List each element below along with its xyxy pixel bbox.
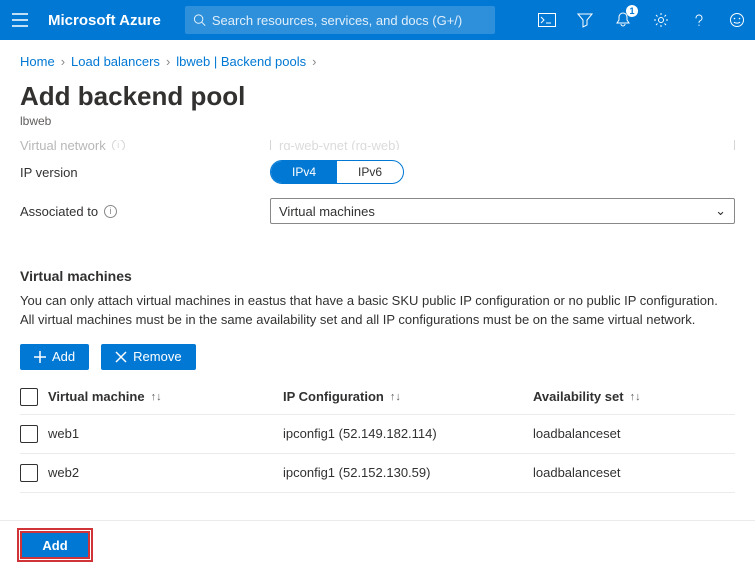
ip-version-toggle: IPv4 IPv6 [270,160,404,184]
sort-icon[interactable]: ↑↓ [151,391,162,403]
notification-badge: 1 [626,5,638,17]
vm-section-header: Virtual machines [0,238,755,292]
cell-as: loadbalanceset [533,426,735,441]
virtual-network-row: Virtual network i rg-web-vnet (rg-web) [20,140,735,150]
chevron-right-icon: › [312,54,316,69]
search-icon [193,13,206,27]
ip-version-row: IP version IPv4 IPv6 [20,160,735,184]
close-icon [115,351,127,363]
sort-icon[interactable]: ↑↓ [630,391,641,403]
col-ip[interactable]: IP Configuration [283,389,384,404]
page-title: Add backend pool [0,73,755,112]
chevron-down-icon: ⌄ [715,203,726,219]
row-checkbox[interactable] [20,425,38,443]
directory-filter-icon[interactable] [575,10,595,30]
select-all-checkbox[interactable] [20,388,38,406]
plus-icon [34,351,46,363]
assoc-label: Associated to [20,204,98,219]
breadcrumb: Home › Load balancers › lbweb | Backend … [0,40,755,73]
col-vm[interactable]: Virtual machine [48,389,145,404]
associated-to-select[interactable]: Virtual machines ⌄ [270,198,735,224]
breadcrumb-home[interactable]: Home [20,54,55,69]
ipv4-option[interactable]: IPv4 [271,161,337,183]
notifications-icon[interactable]: 1 [613,10,633,30]
table-row[interactable]: web2 ipconfig1 (52.152.130.59) loadbalan… [20,454,735,493]
brand-label[interactable]: Microsoft Azure [48,12,161,29]
vm-section-desc: You can only attach virtual machines in … [0,292,755,344]
footer-bar: Add [0,520,755,569]
ipversion-label: IP version [20,165,78,180]
top-icons: 1 [537,10,747,30]
cell-ip: ipconfig1 (52.152.130.59) [283,465,533,480]
assoc-value: Virtual machines [279,204,375,219]
col-as[interactable]: Availability set [533,389,624,404]
vnet-select[interactable]: rg-web-vnet (rg-web) [270,140,735,150]
chevron-right-icon: › [61,54,65,69]
cell-vm: web2 [48,465,283,480]
vm-table: Virtual machine ↑↓ IP Configuration ↑↓ Ava… [0,380,755,493]
breadcrumb-backendpools[interactable]: lbweb | Backend pools [176,54,306,69]
cell-as: loadbalanceset [533,465,735,480]
vnet-label: Virtual network [20,140,106,150]
feedback-icon[interactable] [727,10,747,30]
hamburger-icon[interactable] [8,8,32,32]
sort-icon[interactable]: ↑↓ [390,391,401,403]
info-icon[interactable]: i [104,205,117,218]
chevron-right-icon: › [166,54,170,69]
add-vm-button[interactable]: Add [20,344,89,370]
row-checkbox[interactable] [20,464,38,482]
top-bar: Microsoft Azure 1 [0,0,755,40]
add-button[interactable]: Add [20,531,90,559]
vm-action-row: Add Remove [0,344,755,380]
remove-vm-button[interactable]: Remove [101,344,195,370]
page-subtitle: lbweb [0,112,755,140]
cell-vm: web1 [48,426,283,441]
help-icon[interactable] [689,10,709,30]
associated-to-row: Associated to i Virtual machines ⌄ [20,198,735,224]
table-header: Virtual machine ↑↓ IP Configuration ↑↓ Ava… [20,380,735,415]
table-row[interactable]: web1 ipconfig1 (52.149.182.114) loadbala… [20,415,735,454]
breadcrumb-loadbalancers[interactable]: Load balancers [71,54,160,69]
cell-ip: ipconfig1 (52.149.182.114) [283,426,533,441]
cloud-shell-icon[interactable] [537,10,557,30]
info-icon[interactable]: i [112,140,125,150]
search-input[interactable] [212,13,487,28]
settings-icon[interactable] [651,10,671,30]
ipv6-option[interactable]: IPv6 [337,161,403,183]
global-search[interactable] [185,6,495,34]
